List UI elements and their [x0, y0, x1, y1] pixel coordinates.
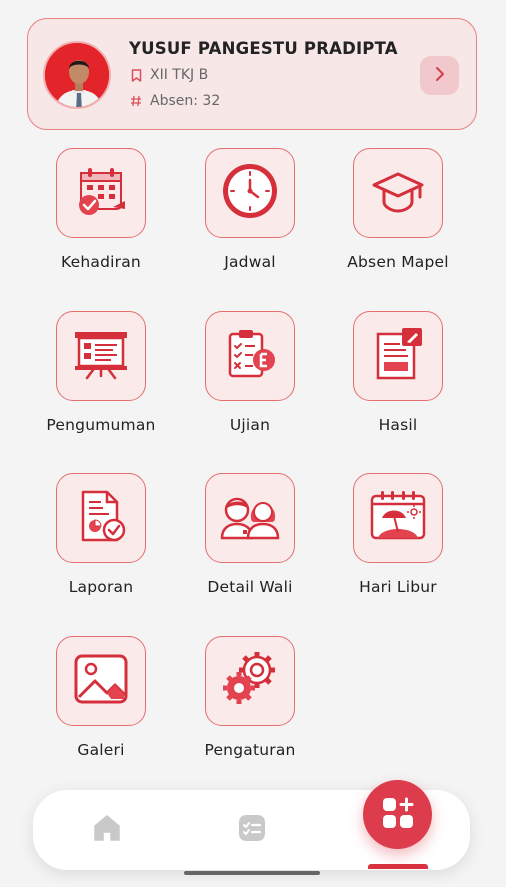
exam-clipboard-icon	[220, 324, 280, 388]
home-icon	[92, 813, 122, 847]
avatar	[43, 41, 111, 109]
menu-jadwal[interactable]: Jadwal	[175, 148, 325, 271]
menu-tile[interactable]	[56, 473, 146, 563]
active-tab-indicator	[368, 864, 428, 869]
menu-label: Pengaturan	[204, 741, 296, 759]
hash-icon	[129, 95, 143, 107]
graduation-cap-icon	[370, 163, 426, 223]
menu-label: Pengumuman	[46, 416, 156, 434]
class-label: XII TKJ B	[150, 67, 209, 83]
absen-label: Absen: 32	[150, 93, 221, 109]
menu-label: Jadwal	[224, 253, 276, 271]
absen-row: Absen: 32	[129, 93, 220, 109]
nav-apps-button[interactable]	[363, 780, 432, 849]
menu-laporan[interactable]: Laporan	[26, 473, 176, 596]
document-edit-icon	[370, 324, 426, 388]
menu-absen-mapel[interactable]: Absen Mapel	[323, 148, 473, 271]
profile-card[interactable]: YUSUF PANGESTU PRADIPTA XII TKJ B Absen:…	[27, 18, 477, 130]
report-chart-icon	[73, 486, 129, 550]
menu-pengumuman[interactable]: Pengumuman	[26, 311, 176, 434]
settings-gears-icon	[219, 650, 281, 712]
menu-tile[interactable]	[205, 311, 295, 401]
presentation-board-icon	[71, 326, 131, 386]
menu-label: Detail Wali	[207, 578, 293, 596]
menu-pengaturan[interactable]: Pengaturan	[175, 636, 325, 759]
menu-label: Hasil	[378, 416, 418, 434]
menu-tile[interactable]	[56, 636, 146, 726]
menu-tile[interactable]	[353, 311, 443, 401]
task-list-icon	[237, 813, 267, 847]
nav-home[interactable]	[85, 808, 129, 852]
menu-tile[interactable]	[205, 148, 295, 238]
menu-hasil[interactable]: Hasil	[323, 311, 473, 434]
menu-tile[interactable]	[205, 473, 295, 563]
bookmark-icon	[129, 68, 143, 82]
home-indicator-bar	[184, 871, 320, 875]
menu-label: Galeri	[77, 741, 125, 759]
menu-galeri[interactable]: Galeri	[26, 636, 176, 759]
image-icon	[71, 651, 131, 711]
calendar-check-icon	[73, 163, 129, 223]
menu-label: Laporan	[68, 578, 134, 596]
student-name: YUSUF PANGESTU PRADIPTA	[129, 39, 398, 58]
menu-tile[interactable]	[56, 148, 146, 238]
clock-icon	[220, 161, 280, 225]
menu-label: Ujian	[229, 416, 271, 434]
menu-detail-wali[interactable]: Detail Wali	[175, 473, 325, 596]
menu-label: Hari Libur	[359, 578, 437, 596]
menu-tile[interactable]	[353, 473, 443, 563]
class-row: XII TKJ B	[129, 67, 208, 83]
menu-kehadiran[interactable]: Kehadiran	[26, 148, 176, 271]
menu-tile[interactable]	[353, 148, 443, 238]
holiday-calendar-icon	[368, 488, 428, 548]
chevron-right-icon	[433, 66, 447, 86]
apps-add-icon	[381, 796, 415, 834]
menu-ujian[interactable]: Ujian	[175, 311, 325, 434]
nav-tasks[interactable]	[230, 808, 274, 852]
menu-hari-libur[interactable]: Hari Libur	[323, 473, 473, 596]
parents-icon	[219, 488, 281, 548]
menu-tile[interactable]	[56, 311, 146, 401]
menu-tile[interactable]	[205, 636, 295, 726]
profile-detail-button[interactable]	[420, 56, 459, 95]
menu-label: Kehadiran	[61, 253, 141, 271]
menu-label: Absen Mapel	[347, 253, 449, 271]
